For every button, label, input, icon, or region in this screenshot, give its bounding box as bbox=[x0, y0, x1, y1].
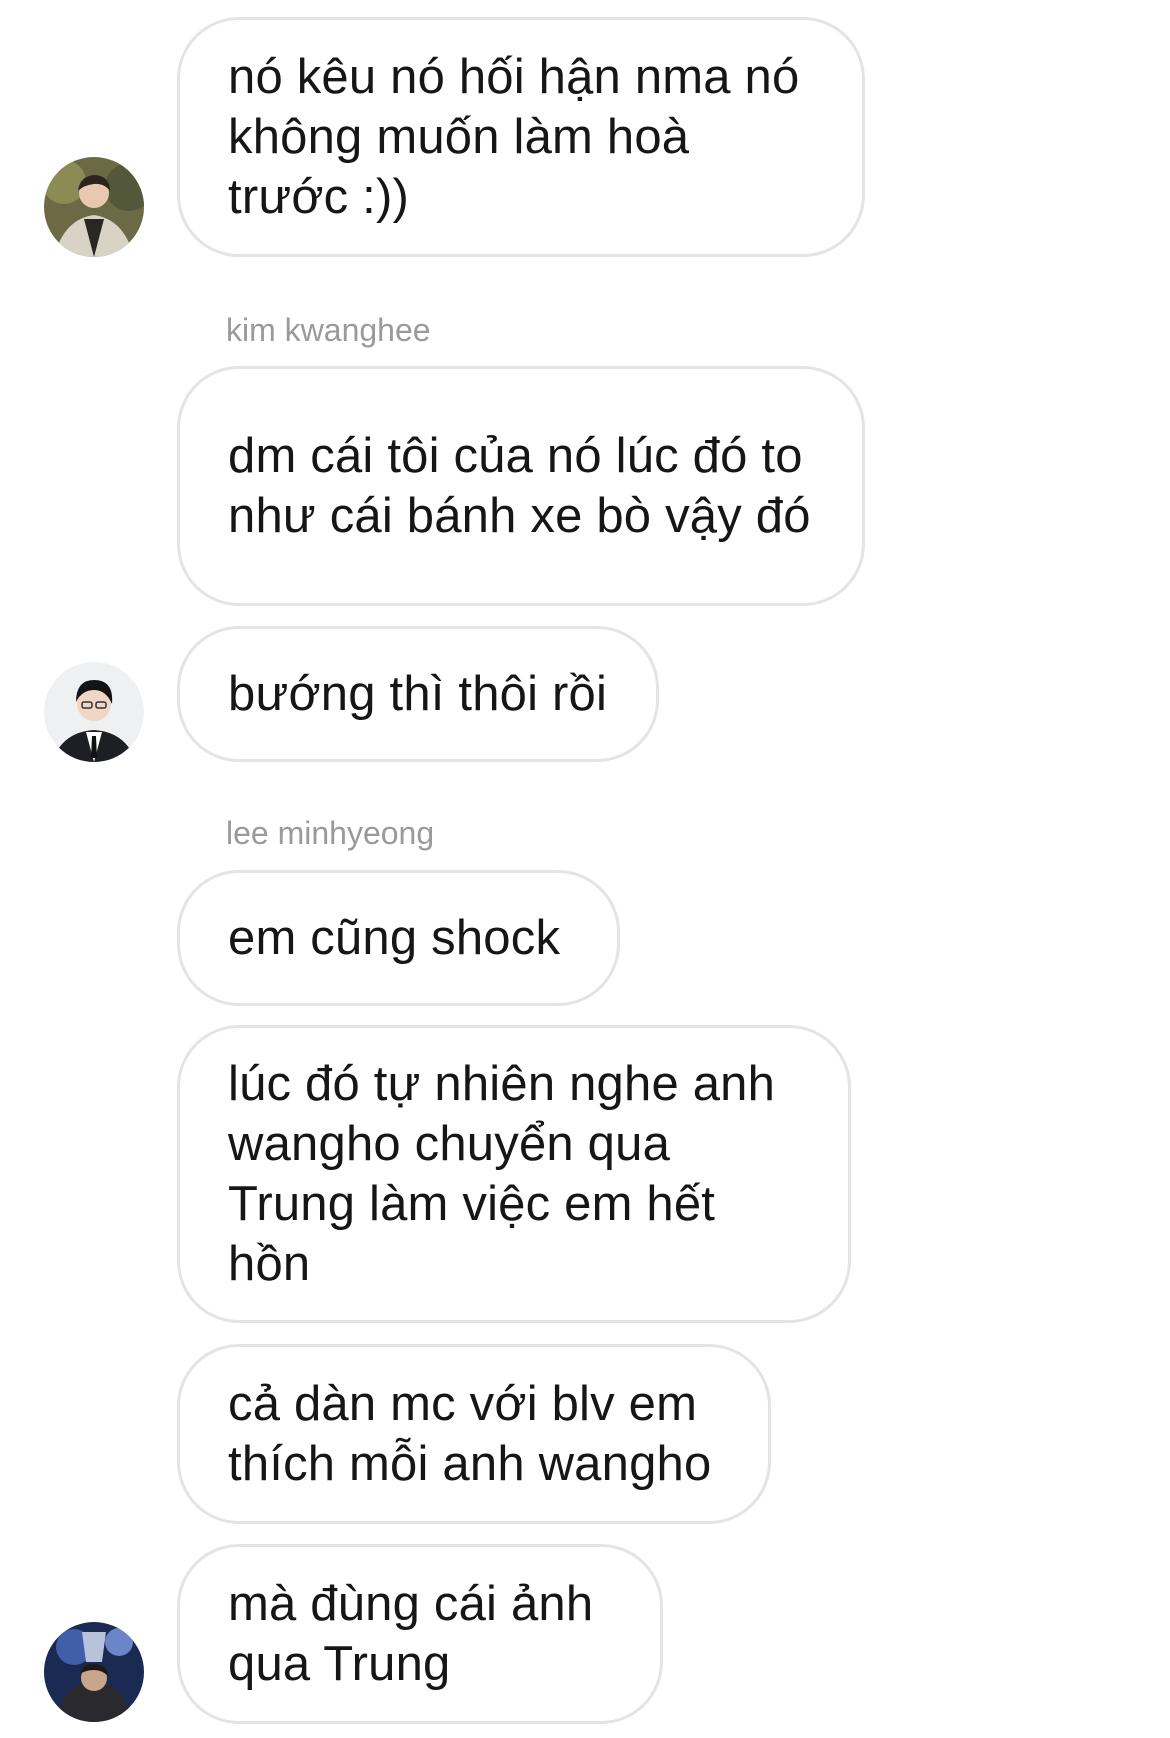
message-text: em cũng shock bbox=[228, 911, 561, 965]
avatar[interactable] bbox=[44, 157, 144, 257]
message-text: lúc đó tự nhiên nghe anh wangho chuyển q… bbox=[228, 1057, 776, 1291]
message-text: mà đùng cái ảnh qua Trung bbox=[228, 1577, 594, 1691]
message-bubble[interactable]: bướng thì thôi rồi bbox=[177, 626, 659, 762]
message-text: nó kêu nó hối hận nma nó không muốn làm … bbox=[228, 50, 800, 224]
message-bubble[interactable]: mà đùng cái ảnh qua Trung bbox=[177, 1544, 663, 1724]
sender-name: kim kwanghee bbox=[226, 312, 431, 348]
message-bubble[interactable]: dm cái tôi của nó lúc đó to như cái bánh… bbox=[177, 366, 865, 606]
message-text: cả dàn mc với blv em thích mỗi anh wangh… bbox=[228, 1377, 712, 1491]
message-text: bướng thì thôi rồi bbox=[228, 667, 608, 721]
avatar[interactable] bbox=[44, 1622, 144, 1722]
message-bubble[interactable]: nó kêu nó hối hận nma nó không muốn làm … bbox=[177, 17, 865, 257]
message-thread: nó kêu nó hối hận nma nó không muốn làm … bbox=[0, 0, 1170, 1738]
avatar[interactable] bbox=[44, 662, 144, 762]
message-bubble[interactable]: cả dàn mc với blv em thích mỗi anh wangh… bbox=[177, 1344, 771, 1524]
message-bubble[interactable]: lúc đó tự nhiên nghe anh wangho chuyển q… bbox=[177, 1025, 851, 1323]
sender-name: lee minhyeong bbox=[226, 815, 435, 851]
message-text: dm cái tôi của nó lúc đó to như cái bánh… bbox=[228, 429, 811, 543]
message-bubble[interactable]: em cũng shock bbox=[177, 870, 620, 1006]
